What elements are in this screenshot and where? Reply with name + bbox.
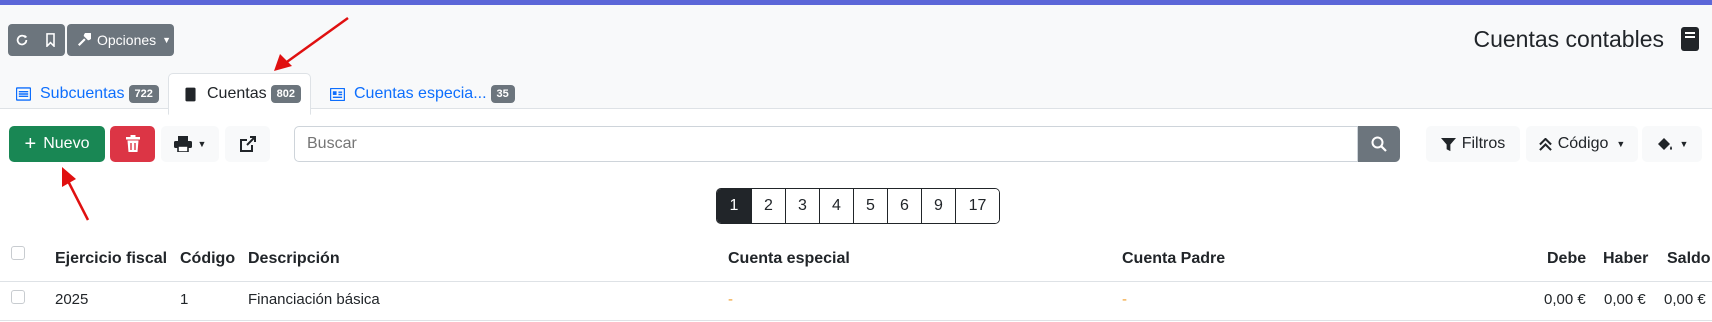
- header-divider: [0, 281, 1712, 282]
- options-label: Opciones: [97, 32, 157, 48]
- refresh-button[interactable]: [8, 33, 36, 47]
- trash-icon: [125, 135, 140, 152]
- tab-subcuentas[interactable]: Subcuentas 722: [8, 73, 167, 115]
- count-badge: 722: [128, 85, 159, 103]
- tab-label: Subcuentas: [40, 85, 125, 102]
- book-icon: [185, 87, 196, 101]
- page-link[interactable]: 1: [717, 189, 751, 223]
- sort-dropdown-button[interactable]: Código ▼: [1526, 126, 1638, 162]
- column-header-debe[interactable]: Debe: [1547, 250, 1586, 268]
- page-header: Opciones ▼ Cuentas contables Subcuentas …: [0, 5, 1712, 115]
- pagination: 1 2 3 4 5 6 9 17: [716, 188, 1000, 224]
- sort-chevrons-icon: [1538, 137, 1552, 151]
- search-button[interactable]: [1358, 126, 1400, 162]
- page-link[interactable]: 2: [751, 189, 785, 223]
- cell-ejercicio: 2025: [55, 291, 89, 308]
- count-badge: 802: [270, 85, 301, 103]
- search-input[interactable]: [294, 126, 1358, 162]
- row-divider: [0, 320, 1712, 321]
- page-title: Cuentas contables: [1473, 26, 1664, 52]
- annotation-arrow: [62, 167, 90, 221]
- book-icon: [1680, 26, 1700, 57]
- new-button[interactable]: + Nuevo: [9, 126, 105, 162]
- print-dropdown-button[interactable]: ▼: [161, 126, 219, 162]
- page-link[interactable]: 17: [955, 189, 999, 223]
- printer-icon: [173, 136, 192, 152]
- annotation-arrow: [274, 16, 349, 71]
- export-button[interactable]: [225, 126, 270, 162]
- refresh-icon: [16, 34, 28, 46]
- row-checkbox[interactable]: [11, 290, 25, 304]
- cell-descripcion: Financiación básica: [248, 291, 380, 308]
- bookmark-icon: [45, 33, 55, 47]
- page-link[interactable]: 9: [921, 189, 955, 223]
- cell-haber: 0,00 €: [1604, 291, 1646, 308]
- page-link[interactable]: 4: [819, 189, 853, 223]
- options-dropdown-button[interactable]: Opciones ▼: [67, 24, 174, 56]
- cell-debe: 0,00 €: [1544, 291, 1586, 308]
- bookmark-button[interactable]: [36, 33, 64, 47]
- column-header-saldo[interactable]: Saldo: [1667, 250, 1711, 268]
- delete-button[interactable]: [110, 126, 155, 162]
- chevron-down-icon: ▼: [162, 35, 172, 45]
- tab-cuentas-especiales[interactable]: Cuentas especia... 35: [322, 73, 523, 115]
- new-button-label: Nuevo: [43, 135, 90, 152]
- cell-cuenta-especial: -: [728, 291, 733, 308]
- column-header-ejercicio[interactable]: Ejercicio fiscal: [55, 250, 167, 268]
- count-badge: 35: [490, 85, 515, 103]
- external-link-icon: [239, 136, 256, 152]
- select-all-checkbox[interactable]: [11, 246, 25, 260]
- cell-cuenta-padre: -: [1122, 291, 1127, 308]
- page-link[interactable]: 5: [853, 189, 887, 223]
- cell-codigo: 1: [180, 291, 189, 308]
- newspaper-icon: [330, 87, 345, 101]
- column-header-descripcion[interactable]: Descripción: [248, 250, 340, 268]
- filter-icon: [1440, 137, 1456, 151]
- column-header-codigo[interactable]: Código: [180, 250, 235, 268]
- chevron-down-icon: ▼: [1616, 139, 1626, 149]
- filters-label: Filtros: [1461, 135, 1506, 152]
- search-icon: [1371, 136, 1387, 152]
- column-header-haber[interactable]: Haber: [1603, 250, 1648, 268]
- tab-label: Cuentas: [207, 85, 267, 102]
- filters-button[interactable]: Filtros: [1426, 126, 1520, 162]
- chevron-down-icon: ▼: [1679, 139, 1689, 149]
- chevron-down-icon: ▼: [197, 139, 207, 149]
- column-header-cuenta-especial[interactable]: Cuenta especial: [728, 250, 850, 268]
- tab-cuentas[interactable]: Cuentas 802: [168, 73, 311, 115]
- page-link[interactable]: 6: [887, 189, 921, 223]
- page-link[interactable]: 3: [785, 189, 819, 223]
- wrench-icon: [77, 33, 91, 47]
- column-header-cuenta-padre[interactable]: Cuenta Padre: [1122, 250, 1225, 268]
- sort-label: Código: [1557, 135, 1609, 152]
- plus-icon: +: [24, 132, 37, 155]
- cell-saldo: 0,00 €: [1664, 291, 1706, 308]
- color-dropdown-button[interactable]: ▼: [1642, 126, 1702, 162]
- tab-label: Cuentas especia...: [354, 85, 487, 102]
- header-quick-actions: [8, 24, 65, 56]
- paint-bucket-icon: [1657, 138, 1672, 150]
- list-icon: [16, 87, 31, 101]
